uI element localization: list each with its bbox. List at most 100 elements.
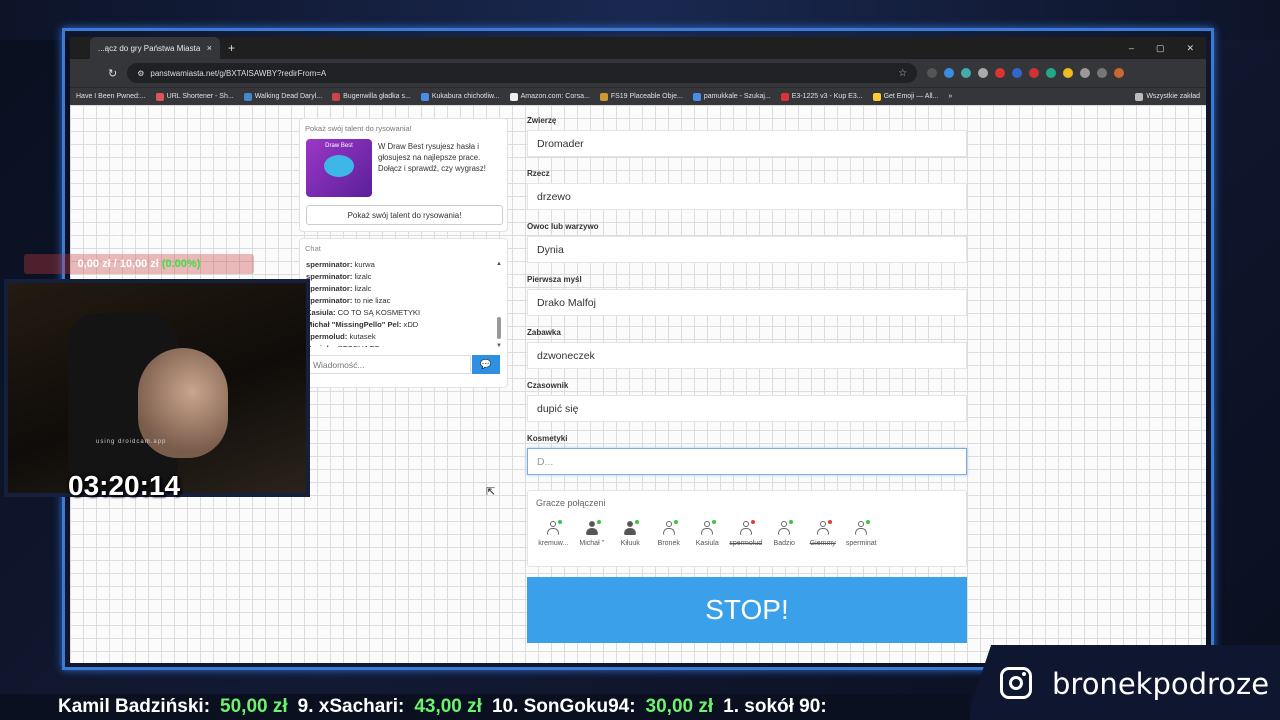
chat-text: kurwa <box>354 260 375 269</box>
answer-input[interactable] <box>527 130 967 157</box>
player-item[interactable]: Michał " <box>573 520 612 547</box>
status-dot <box>750 520 755 524</box>
field-label: Rzecz <box>527 169 550 178</box>
extension-icon[interactable] <box>1063 68 1074 78</box>
chat-text: to nie lizac <box>354 296 391 305</box>
answer-input[interactable] <box>527 236 967 263</box>
stop-button[interactable]: STOP! <box>527 577 967 643</box>
status-dot <box>673 520 678 524</box>
player-item[interactable]: Kasiula <box>688 520 727 547</box>
extension-icon[interactable] <box>995 68 1006 78</box>
bookmark-item[interactable]: Amazon.com: Corsa... <box>509 92 590 101</box>
bookmark-item[interactable]: Bugenwilla gładka s... <box>332 92 411 101</box>
players-list: kremuw... Michał " Kiłuuk Bronek Kasiula sper… <box>534 520 881 547</box>
bookmark-item[interactable]: E3-1225 v3 - Kup E3... <box>780 92 863 101</box>
status-dot <box>635 520 640 524</box>
player-name: kremuw... <box>538 540 569 547</box>
extension-icon[interactable] <box>978 68 989 78</box>
bookmark-item[interactable]: FS19 Placeable Obje... <box>599 92 683 101</box>
profile-avatar[interactable] <box>1114 68 1125 78</box>
player-name: Michał " <box>579 540 605 547</box>
donation-percent: (0.00%) <box>161 258 201 270</box>
bookmark-item[interactable]: URL Shortener - Sh... <box>155 92 234 101</box>
promo-text: W Draw Best rysujesz hasła i głosujesz n… <box>378 142 486 173</box>
bookmark-item[interactable]: Walking Dead Daryl... <box>243 92 322 101</box>
instagram-icon <box>1000 667 1032 699</box>
field-label: Owoc lub warzywo <box>527 222 599 231</box>
chat-scrollbar[interactable] <box>497 261 501 347</box>
close-window-button[interactable]: ✕ <box>1186 43 1194 54</box>
field-label: Zwierzę <box>527 116 557 125</box>
chat-username: sperminator: <box>306 296 353 305</box>
user-icon <box>585 520 601 535</box>
extension-icon[interactable] <box>1029 68 1040 78</box>
bookmark-item[interactable]: pamukkale - Szukaj... <box>692 92 771 101</box>
stream-timer: 03:20:14 <box>68 470 181 501</box>
new-tab-button[interactable]: + <box>228 41 235 55</box>
answer-input[interactable] <box>527 342 967 369</box>
status-dot <box>789 520 794 524</box>
promo-image-label: Draw Best <box>325 143 353 149</box>
connected-players-panel: Gracze połączeni kremuw... Michał " Kiłuuk… <box>527 490 967 567</box>
ticker-donor-name: 10. SonGoku94: <box>491 696 636 717</box>
chat-username: sperminator: <box>306 260 353 269</box>
chat-message: sperminator: lizalc <box>306 271 496 283</box>
answer-input[interactable] <box>527 289 967 316</box>
player-item[interactable]: Bronek <box>650 520 689 547</box>
scrollbar-thumb[interactable] <box>497 317 501 339</box>
site-info-icon[interactable]: ⚙ <box>137 69 144 78</box>
chat-message: Kasiula: STOPUJ TO <box>306 343 496 347</box>
bookmark-item[interactable]: Have I Been Pwned:... <box>76 93 146 100</box>
all-bookmarks-folder[interactable]: Wszystkie zakład <box>1135 92 1200 101</box>
extension-icon[interactable] <box>1046 68 1057 78</box>
chat-text: lizalc <box>354 272 372 281</box>
ticker-donor-name: Kamil Badziński: <box>58 696 211 717</box>
status-dot <box>827 520 832 524</box>
maximize-button[interactable]: ▢ <box>1156 43 1165 54</box>
bookmark-star-icon[interactable]: ☆ <box>898 68 907 79</box>
reload-icon[interactable]: ↻ <box>108 67 117 80</box>
puzzle-icon[interactable] <box>1080 68 1091 78</box>
user-icon <box>662 520 678 535</box>
url-input[interactable]: ⚙ panstwamiasta.net/g/BXTAISAWBY?redirFr… <box>127 63 918 83</box>
status-dot <box>866 520 871 524</box>
player-item[interactable]: Badzio <box>765 520 804 547</box>
player-item[interactable]: sperminat <box>842 520 881 547</box>
player-item[interactable]: spermolud <box>727 520 766 547</box>
extension-icon[interactable] <box>927 68 938 78</box>
menu-icon[interactable] <box>1097 68 1108 78</box>
scroll-down-icon[interactable]: ▼ <box>496 343 502 349</box>
chat-text: xDD <box>403 320 419 329</box>
user-icon <box>739 520 755 535</box>
answer-input[interactable] <box>527 448 967 475</box>
player-item[interactable]: kremuw... <box>534 520 573 547</box>
send-message-button[interactable]: 💬 <box>472 355 500 374</box>
player-item[interactable]: Kiłuuk <box>611 520 650 547</box>
minimize-button[interactable]: – <box>1129 43 1134 54</box>
donation-goal: 10,00 zł <box>119 258 159 270</box>
promo-button[interactable]: Pokaż swój talent do rysowania! <box>306 205 503 225</box>
chat-message: sperminator: lizalc <box>306 283 496 295</box>
bookmark-item[interactable]: Kukabura chichotliw... <box>420 92 500 101</box>
bookmark-item[interactable]: Get Emoji — All... <box>872 92 938 101</box>
paint-splash-icon <box>324 155 354 177</box>
webcam-feed: using droidcam.app <box>4 279 310 497</box>
tab-close-icon[interactable]: × <box>207 43 212 53</box>
draw-best-image[interactable]: Draw Best <box>306 139 372 197</box>
answer-input[interactable] <box>527 183 967 210</box>
extension-icon[interactable] <box>1012 68 1023 78</box>
tab-bar: ...ącz do gry Państwa Miasta × + – ▢ ✕ <box>70 37 1206 59</box>
chat-message-input[interactable] <box>306 355 471 374</box>
promo-heading: Pokaż swój talent do rysowania! <box>305 124 412 133</box>
extensions-area <box>927 68 1125 78</box>
bookmarks-more-button[interactable]: » <box>948 93 952 100</box>
player-name: spermolud <box>729 540 763 547</box>
chat-username: sperminator: <box>306 284 353 293</box>
player-name: Bronek <box>657 540 680 547</box>
tab-panstwa-miasta[interactable]: ...ącz do gry Państwa Miasta × <box>90 37 220 59</box>
extension-icon[interactable] <box>961 68 972 78</box>
player-item[interactable]: Giemmy <box>804 520 843 547</box>
extension-icon[interactable] <box>944 68 955 78</box>
player-name: Kasiula <box>695 540 719 547</box>
answer-input[interactable] <box>527 395 967 422</box>
